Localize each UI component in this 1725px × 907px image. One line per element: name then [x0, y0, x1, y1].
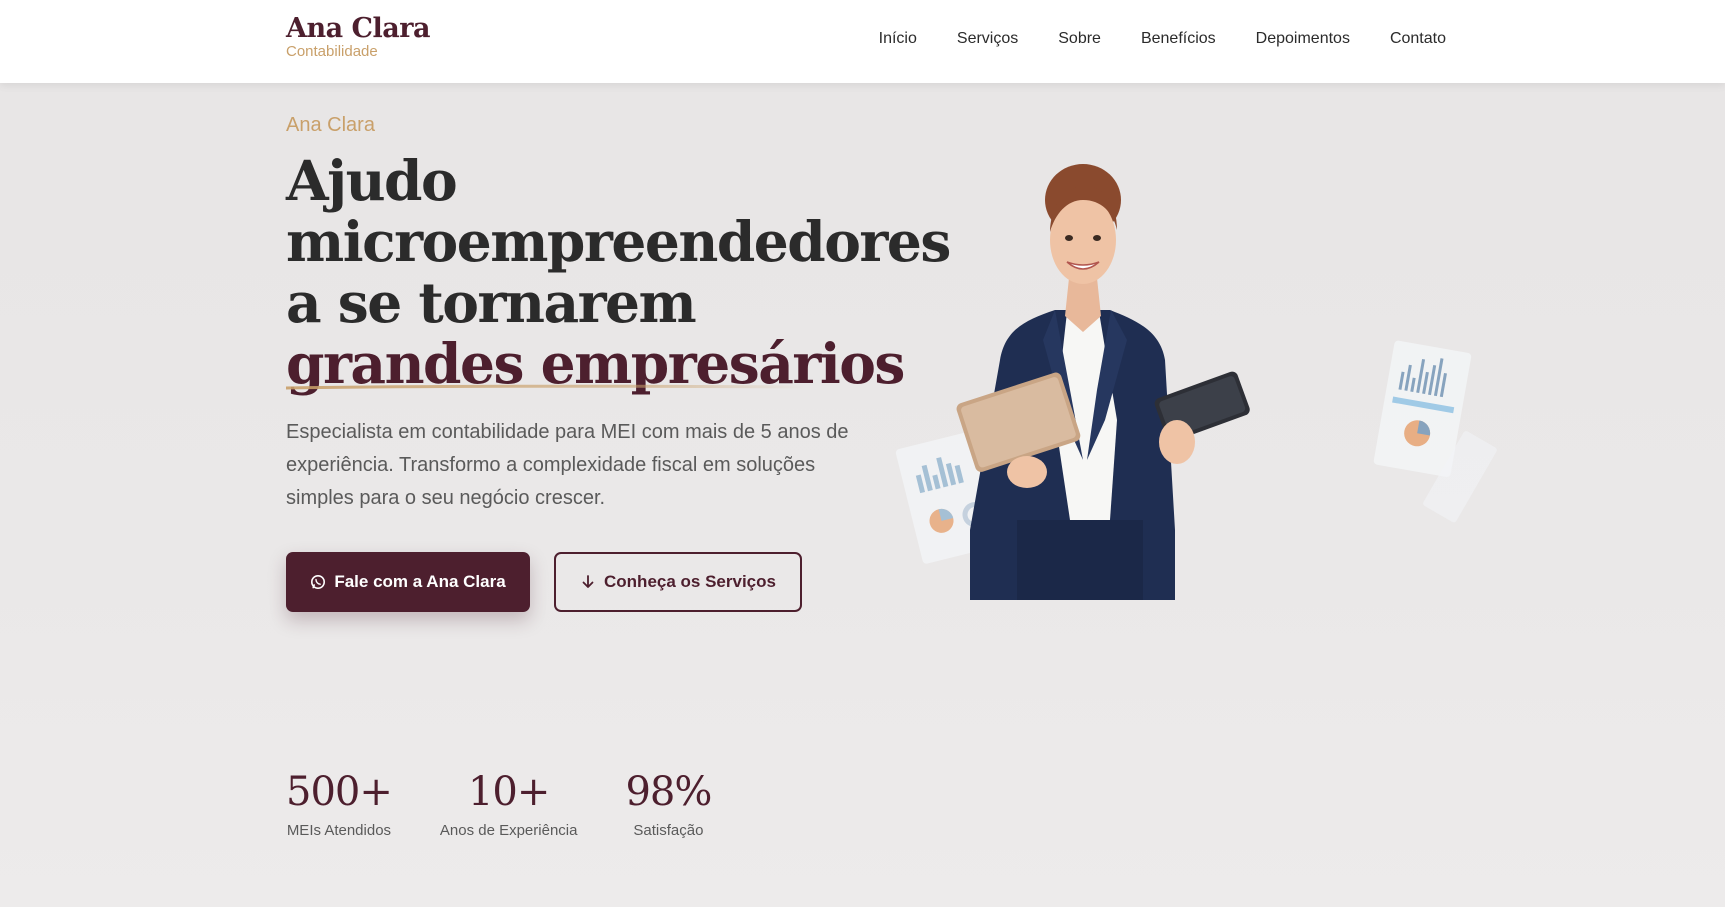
nav-item-depoimentos[interactable]: Depoimentos [1256, 28, 1350, 50]
headline-line-2: microempreendedores [286, 209, 951, 274]
stat-value: 98% [625, 769, 712, 815]
arrow-down-icon [580, 574, 596, 590]
logo-subtitle: Contabilidade [286, 43, 378, 60]
nav-item-inicio[interactable]: Início [879, 28, 917, 50]
stat-value: 500+ [286, 769, 393, 815]
contact-whatsapp-button[interactable]: Fale com a Ana Clara [286, 552, 530, 612]
stat-label: MEIs Atendidos [286, 822, 392, 839]
headline-underline [286, 384, 806, 390]
stat-satisfaction: 98% Satisfação [625, 768, 712, 839]
stat-label: Anos de Experiência [439, 822, 578, 839]
headline-line-3: a se tornarem [286, 270, 697, 335]
headline-line-1: Ajudo [286, 148, 458, 213]
nav-item-servicos[interactable]: Serviços [957, 28, 1018, 50]
hero-headline: Ajudo microempreendedores a se tornarem … [286, 148, 951, 394]
contact-whatsapp-button-label: Fale com a Ana Clara [334, 572, 506, 591]
whatsapp-icon [310, 574, 326, 590]
nav-item-sobre[interactable]: Sobre [1058, 28, 1101, 50]
main-nav: Início Serviços Sobre Benefícios Depoime… [879, 28, 1446, 50]
logo[interactable]: Ana Clara Contabilidade [286, 12, 430, 60]
logo-name: Ana Clara [286, 13, 430, 44]
stat-value: 10+ [467, 769, 550, 815]
site-header: Ana Clara Contabilidade Início Serviços … [0, 0, 1725, 83]
hero-illustration [895, 164, 1497, 600]
stat-experience: 10+ Anos de Experiência [440, 768, 578, 839]
accountant-figure [956, 164, 1250, 600]
hero-eyebrow: Ana Clara [286, 114, 375, 136]
stat-label: Satisfação [633, 822, 704, 839]
stats-row: 500+ MEIs Atendidos 10+ Anos de Experiên… [286, 768, 712, 839]
hero-description: Especialista em contabilidade para MEI c… [286, 421, 849, 509]
services-button[interactable]: Conheça os Serviços [554, 552, 802, 612]
stat-meis: 500+ MEIs Atendidos [286, 768, 393, 839]
nav-item-beneficios[interactable]: Benefícios [1141, 28, 1216, 50]
services-button-label: Conheça os Serviços [604, 572, 776, 591]
nav-item-contato[interactable]: Contato [1390, 28, 1446, 50]
